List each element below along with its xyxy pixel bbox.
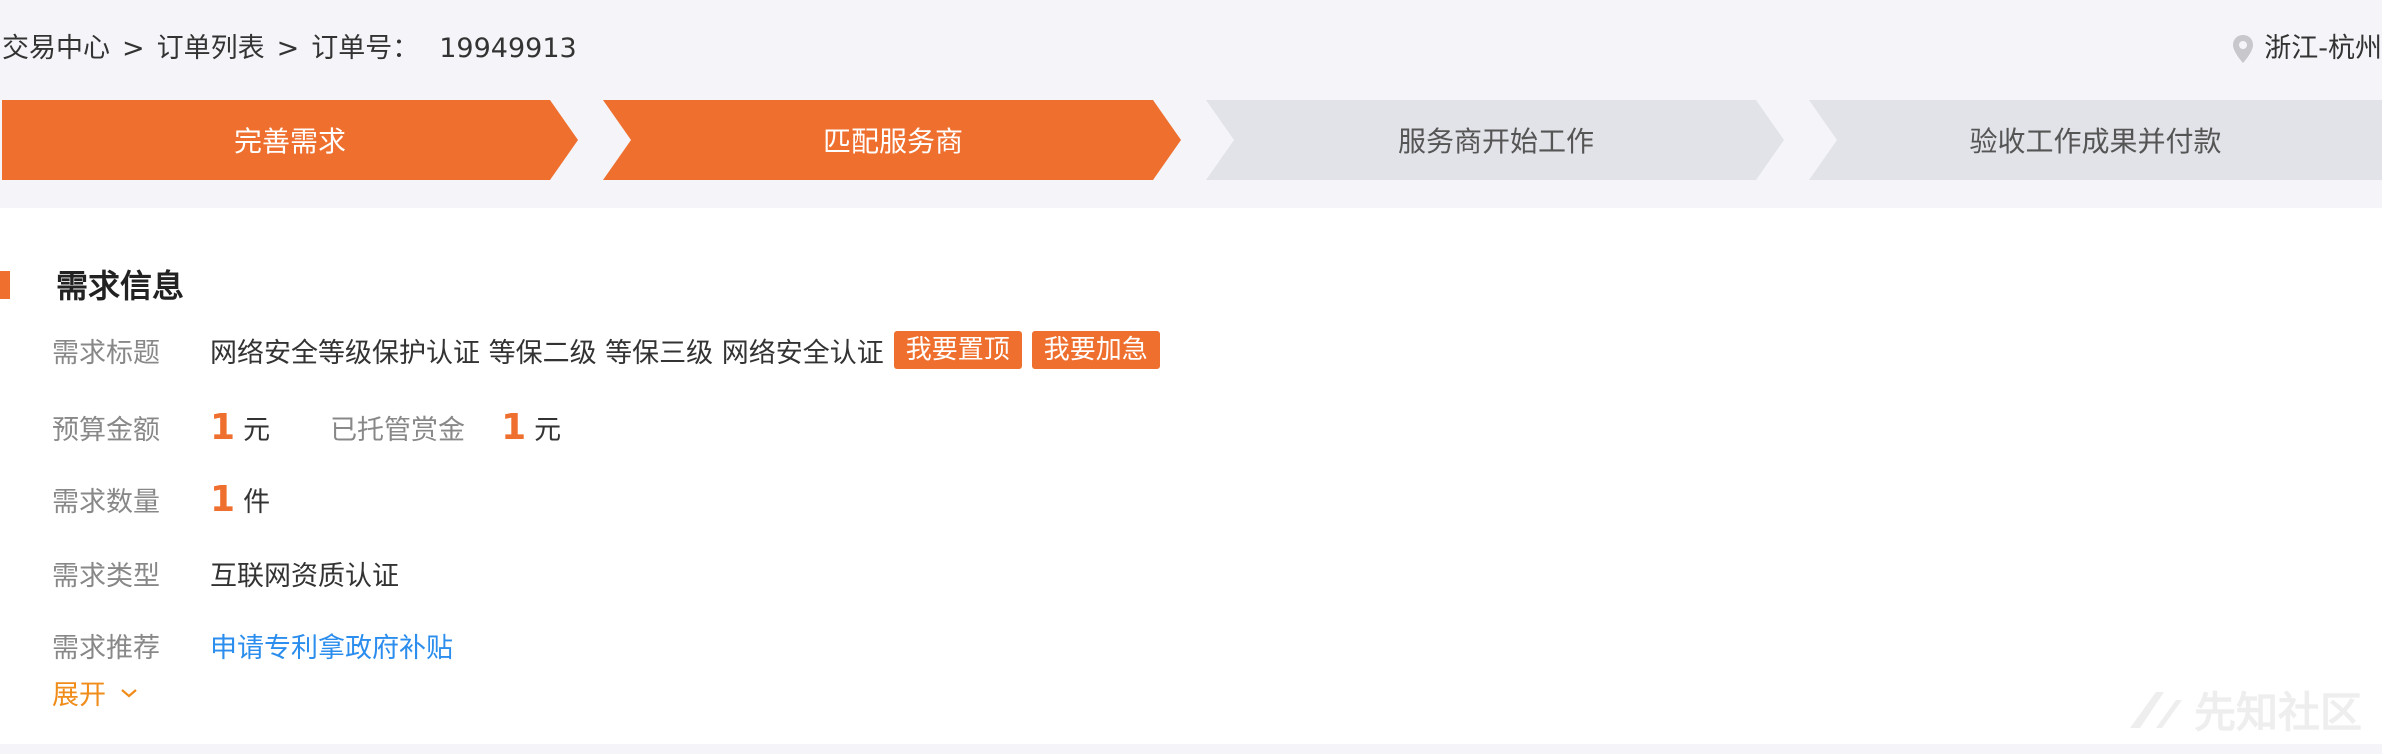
escrow-unit: 元 [534,414,562,446]
progress-steps: 完善需求 匹配服务商 服务商开始工作 验收工作成果并付款 [0,100,2382,182]
breadcrumb-separator: > [276,33,300,64]
breadcrumb-trade-center[interactable]: 交易中心 [2,33,110,64]
field-label: 预算金额 [52,414,160,446]
requirement-type: 互联网资质认证 [210,560,399,592]
location-text: 浙江-杭州 [2264,33,2382,64]
field-row-title: 需求标题 网络安全等级保护认证 等保二级 等保三级 网络安全认证 我要置顶 我要… [52,328,1160,372]
expand-label: 展开 [52,680,106,711]
budget-unit: 元 [243,414,271,446]
location-pin-icon [2232,34,2254,64]
step-label: 验收工作成果并付款 [1969,125,2222,158]
escrow-amount: 1 [501,406,527,448]
requirement-title: 网络安全等级保护认证 等保二级 等保三级 网络安全认证 [210,337,884,369]
field-label: 需求标题 [52,337,160,369]
step-label: 服务商开始工作 [1397,125,1594,158]
quantity-unit: 件 [243,486,271,518]
step-label: 匹配服务商 [822,125,963,158]
field-row-type: 需求类型 互联网资质认证 [52,551,399,595]
chevron-down-icon [121,688,137,697]
quantity-amount: 1 [210,478,236,520]
escrow-label: 已托管赏金 [330,414,466,446]
watermark: 先知社区 [2126,679,2362,740]
step-complete-requirement[interactable]: 完善需求 [0,100,580,180]
field-row-recommend: 需求推荐 申请专利拿政府补贴 [52,623,453,667]
section-accent-bar [0,271,10,299]
field-label: 需求数量 [52,486,160,518]
budget-amount: 1 [210,406,236,448]
watermark-logo-icon [2129,691,2182,728]
expand-toggle[interactable]: 展开 [52,673,138,712]
step-accept-and-pay[interactable]: 验收工作成果并付款 [1809,100,2382,180]
urgent-button[interactable]: 我要加急 [1031,331,1160,369]
location[interactable]: 浙江-杭州 [2232,32,2382,66]
step-match-provider[interactable]: 匹配服务商 [603,100,1183,180]
field-label: 需求类型 [52,560,160,592]
pin-to-top-button[interactable]: 我要置顶 [893,331,1022,369]
field-row-quantity: 需求数量 1 件 [52,476,270,522]
breadcrumb-separator: > [122,33,145,64]
field-row-budget: 预算金额 1 元 已托管赏金 1 元 [52,404,561,450]
section-title: 需求信息 [56,267,185,305]
step-provider-start-work[interactable]: 服务商开始工作 [1206,100,1786,180]
breadcrumb-order-label: 订单号： [311,33,420,64]
field-label: 需求推荐 [52,632,160,664]
watermark-text: 先知社区 [2193,688,2362,737]
breadcrumb: 交易中心 > 订单列表 > 订单号： 19949913 [2,32,577,66]
breadcrumb-order-list[interactable]: 订单列表 [157,33,265,64]
top-bar: 交易中心 > 订单列表 > 订单号： 19949913 浙江-杭州 [0,0,2382,100]
recommend-link[interactable]: 申请专利拿政府补贴 [210,626,453,665]
step-label: 完善需求 [233,125,346,158]
order-number: 19949913 [439,33,577,64]
requirement-panel: 需求信息 需求标题 网络安全等级保护认证 等保二级 等保三级 网络安全认证 我要… [0,208,2382,744]
